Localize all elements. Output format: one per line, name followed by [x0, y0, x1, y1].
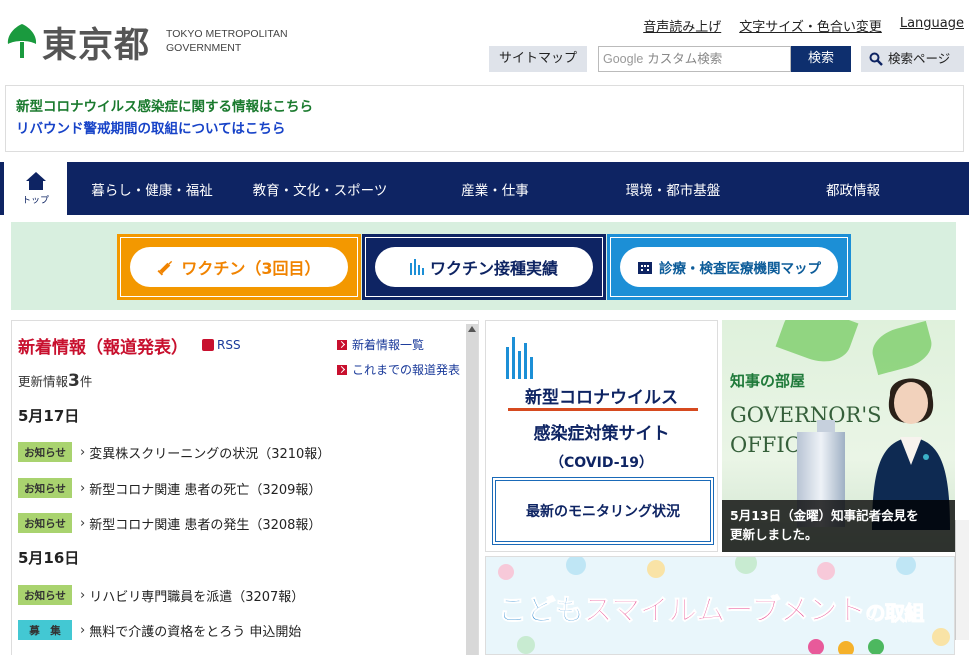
news-title: 新着情報（報道発表） [18, 338, 188, 358]
news-item: お知らせ › 新型コロナ関連 患者の発生（3208報） [18, 513, 321, 533]
monitoring-link[interactable]: 最新のモニタリング状況 [492, 477, 714, 545]
clinic-map-label: 診療・検査医療機関マップ [659, 261, 821, 277]
news-scrollbar[interactable] [466, 324, 478, 655]
news-item-link[interactable]: › 無料で介護の資格をとろう 申込開始 [80, 621, 301, 640]
home-icon [25, 172, 46, 190]
vaccine-3rd-label: ワクチン（3回目） [181, 259, 321, 278]
bar-chart-icon [506, 337, 533, 379]
magnifier-icon [869, 52, 883, 66]
search-button[interactable]: 検索 [791, 46, 851, 72]
search-input[interactable]: Google カスタム検索 [598, 46, 791, 72]
nav-item-government[interactable]: 都政情報 [759, 162, 947, 215]
sitemap-button[interactable]: サイトマップ [489, 46, 587, 72]
arrow-right-icon [337, 364, 347, 375]
hospital-icon [638, 262, 652, 274]
news-item: 募 集 › 無料で介護の資格をとろう 申込開始 [18, 620, 301, 640]
nav-home-label: トップ [21, 196, 49, 206]
news-item: お知らせ › 新型コロナ関連 患者の死亡（3209報） [18, 478, 321, 498]
chevron-right-icon: › [80, 622, 86, 638]
covid-title-line2: 感染症対策サイト [533, 424, 670, 444]
chevron-right-icon: › [80, 515, 86, 531]
category-tag: お知らせ [18, 478, 72, 498]
text-size-color-link[interactable]: 文字サイズ・色合い変更 [739, 16, 882, 35]
search-page-label: 検索ページ [888, 51, 951, 66]
chevron-right-icon: › [80, 444, 86, 460]
governor-office-banner[interactable]: 知事の部屋 GOVERNOR'S OFFICE 5月13日（金曜）知事記者会見を… [722, 320, 955, 552]
covid-title-line1: 新型コロナウイルス [525, 388, 678, 408]
category-tag: お知らせ [18, 513, 72, 533]
covid-title-line3: （COVID-19） [549, 455, 654, 471]
governor-caption: 5月13日（金曜）知事記者会見を 更新しました。 [722, 500, 955, 552]
news-item-link[interactable]: › リハビリ専門職員を派遣（3207報） [80, 586, 304, 605]
category-tag: 募 集 [18, 620, 72, 640]
rebound-period-link[interactable]: リバウンド警戒期間の取組についてはこちら [16, 121, 285, 137]
chevron-right-icon: › [80, 480, 86, 496]
nav-item-living[interactable]: 暮らし・健康・福祉 [67, 162, 237, 215]
update-count: 更新情報3件 [18, 371, 93, 391]
covid-info-link[interactable]: 新型コロナウイルス感染症に関する情報はこちら [16, 99, 313, 115]
governor-room-title: 知事の部屋 [730, 372, 806, 390]
bar-chart-icon [409, 259, 424, 275]
vaccine-results-label: ワクチン接種実績 [429, 259, 558, 278]
global-nav: トップ 暮らし・健康・福祉 教育・文化・スポーツ 産業・仕事 環境・都市基盤 都… [0, 162, 969, 215]
kodomo-smile-banner[interactable]: こどもスマイルムーブメントの取組 [485, 556, 955, 655]
news-item-link[interactable]: › 変異株スクリーニングの状況（3210報） [80, 443, 330, 462]
leaf-decoration [775, 320, 859, 371]
language-link[interactable]: Language [900, 16, 964, 35]
past-press-link[interactable]: これまでの報道発表 [337, 361, 460, 378]
category-tag: お知らせ [18, 442, 72, 462]
search-placeholder: カスタム検索 [647, 51, 723, 66]
tokyo-logo-icon[interactable] [5, 22, 39, 60]
logo-text-jp[interactable]: 東京都 [42, 17, 150, 68]
chevron-right-icon: › [80, 587, 86, 603]
search-page-button[interactable]: 検索ページ [861, 46, 964, 72]
news-panel: 新着情報（報道発表） RSS 新着情報一覧 これまでの報道発表 更新情報3件 5… [11, 320, 479, 655]
notice-box: 新型コロナウイルス感染症に関する情報はこちら リバウンド警戒期間の取組については… [5, 85, 964, 152]
date-heading: 5月16日 [18, 549, 80, 567]
rss-link[interactable]: RSS [202, 338, 241, 352]
banner-strip: ワクチン（3回目） ワクチン接種実績 診療・検査医療機関マップ [11, 222, 956, 310]
kodomo-title: こどもスマイルムーブメントの取組 [498, 593, 925, 628]
read-aloud-link[interactable]: 音声読み上げ [643, 16, 721, 35]
covid-site-banner[interactable]: 新型コロナウイルス 感染症対策サイト （COVID-19） 最新のモニタリング状… [485, 320, 718, 552]
vaccine-3rd-banner[interactable]: ワクチン（3回目） [117, 234, 361, 300]
news-item: お知らせ › リハビリ専門職員を派遣（3207報） [18, 585, 304, 605]
news-item-link[interactable]: › 新型コロナ関連 患者の発生（3208報） [80, 514, 321, 533]
nav-item-education[interactable]: 教育・文化・スポーツ [237, 162, 403, 215]
category-tag: お知らせ [18, 585, 72, 605]
date-heading: 5月17日 [18, 407, 80, 425]
arrow-right-icon [337, 339, 347, 350]
nav-item-environment[interactable]: 環境・都市基盤 [587, 162, 759, 215]
vaccine-results-banner[interactable]: ワクチン接種実績 [362, 234, 606, 300]
clinic-map-banner[interactable]: 診療・検査医療機関マップ [607, 234, 851, 300]
news-item: お知らせ › 変異株スクリーニングの状況（3210報） [18, 442, 330, 462]
site-header: 東京都 TOKYO METROPOLITAN GOVERNMENT 音声読み上げ… [0, 0, 969, 80]
google-brand: Google [603, 52, 644, 66]
utility-links: 音声読み上げ 文字サイズ・色合い変更 Language [643, 16, 964, 35]
news-list-link[interactable]: 新着情報一覧 [337, 336, 424, 353]
rss-icon [202, 339, 214, 351]
news-item-link[interactable]: › 新型コロナ関連 患者の死亡（3209報） [80, 479, 321, 498]
syringe-icon [157, 260, 173, 276]
scroll-up-icon[interactable] [468, 326, 476, 332]
covid-divider [508, 408, 698, 411]
page-scrollbar[interactable] [955, 520, 969, 640]
nav-home[interactable]: トップ [3, 162, 67, 215]
logo-text-en: TOKYO METROPOLITAN GOVERNMENT [166, 28, 288, 54]
nav-item-industry[interactable]: 産業・仕事 [403, 162, 587, 215]
